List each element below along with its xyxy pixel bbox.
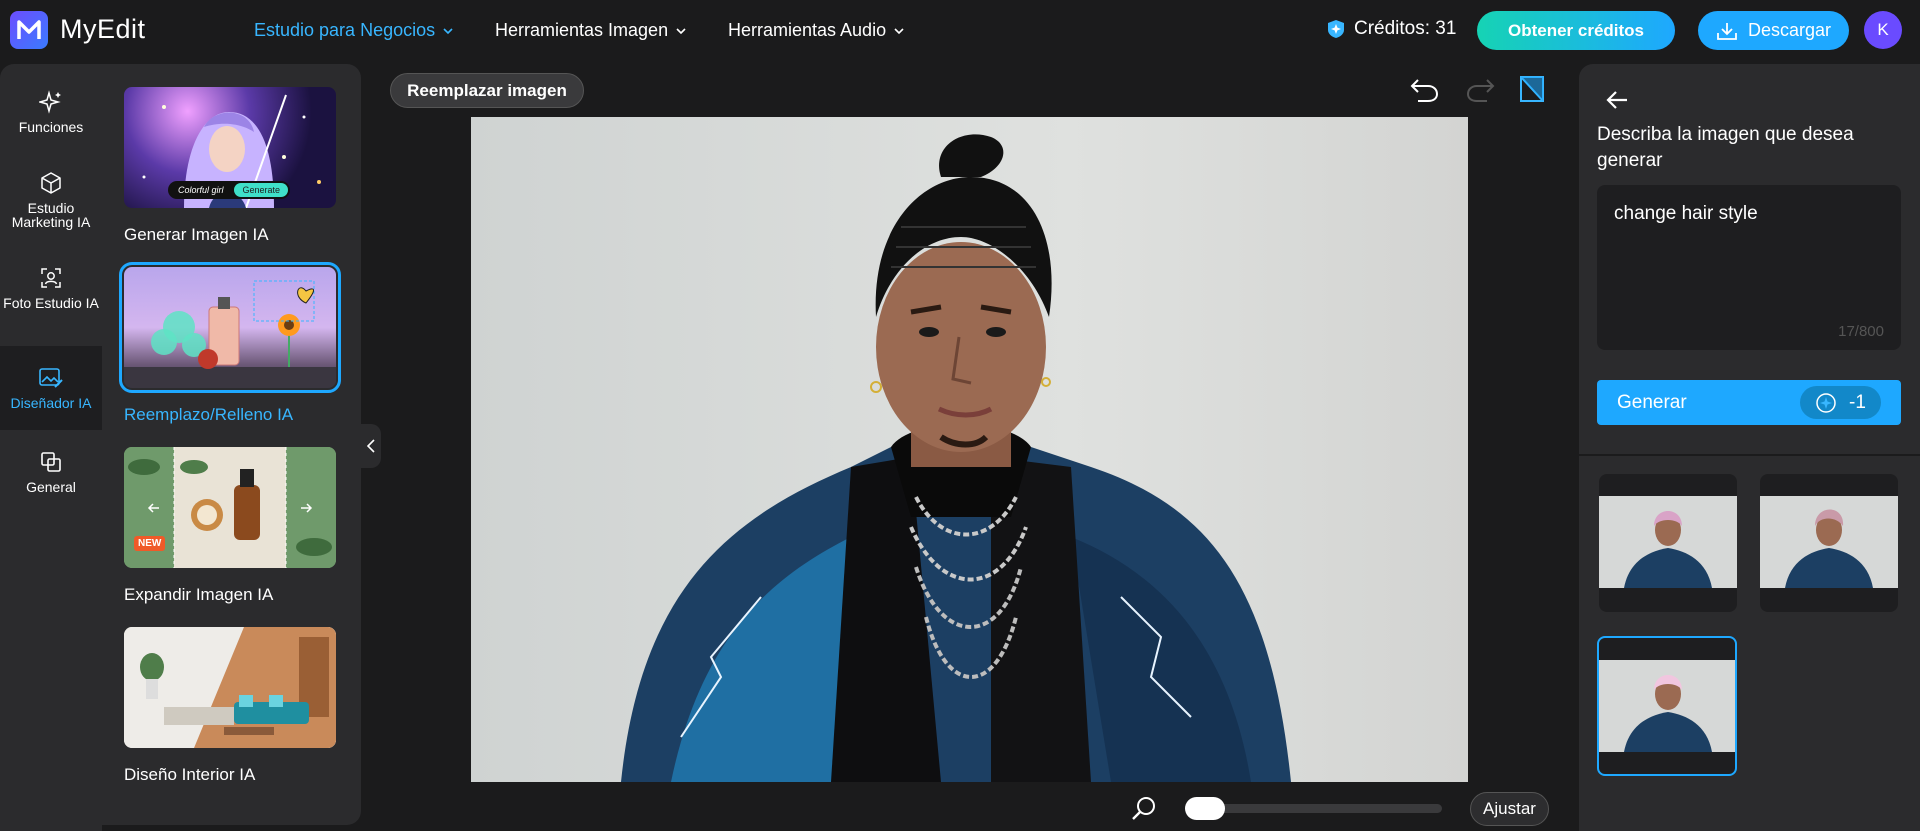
prompt-textarea[interactable]: change hair style 17/800 — [1597, 185, 1901, 350]
perfume-scene-icon — [124, 280, 336, 388]
char-count: 17/800 — [1838, 323, 1884, 340]
result-image — [1599, 660, 1735, 752]
zoom-icon[interactable] — [1131, 796, 1157, 822]
chevron-down-icon — [676, 27, 686, 34]
rail-item-disenador-ia[interactable]: Diseñador IA — [0, 346, 102, 430]
tool-label: Diseño Interior IA — [124, 765, 256, 784]
download-icon — [1717, 22, 1737, 40]
chevron-left-icon — [367, 439, 375, 453]
chevron-down-icon — [443, 27, 453, 34]
download-label: Descargar — [1747, 20, 1832, 40]
nav-herramientas-imagen[interactable]: Herramientas Imagen — [495, 20, 686, 41]
credit-coin-icon — [1328, 20, 1344, 38]
rail-item-label: Funciones — [18, 119, 84, 135]
download-button[interactable]: Descargar — [1698, 11, 1849, 50]
app-name[interactable]: MyEdit — [60, 14, 146, 45]
tool-thumbnail — [119, 262, 341, 393]
left-rail: Funciones Estudio Marketing IA Foto Estu… — [0, 64, 102, 831]
rail-item-label: Estudio Marketing IA — [11, 200, 91, 230]
back-arrow-icon[interactable] — [1606, 90, 1628, 110]
tool-thumbnail: Colorful girl Generate — [124, 87, 336, 208]
rail-item-label: Diseñador IA — [10, 395, 92, 411]
portrait-thumb-icon — [1599, 660, 1735, 752]
zoom-slider-handle[interactable] — [1185, 797, 1225, 820]
sparkle-icon — [39, 90, 61, 114]
tool-panel: Colorful girl Generate Generar Imagen IA — [102, 64, 361, 825]
portrait-thumb-icon — [1599, 496, 1737, 588]
brush-tool-icon[interactable] — [1518, 74, 1546, 104]
nav-herramientas-audio[interactable]: Herramientas Audio — [728, 20, 904, 41]
tool-label: Reemplazo/Relleno IA — [124, 405, 294, 424]
prompt-value: change hair style — [1614, 203, 1758, 224]
collapse-panel-button[interactable] — [361, 424, 381, 468]
credit-coin-icon — [1816, 392, 1836, 413]
rail-item-estudio-marketing[interactable]: Estudio Marketing IA — [0, 158, 102, 242]
tool-thumbnail: NEW — [124, 447, 336, 568]
top-bar: MyEdit Estudio para Negocios Herramienta… — [0, 0, 1920, 60]
nav-label: Herramientas Audio — [728, 20, 887, 40]
redo-icon[interactable] — [1465, 76, 1495, 104]
prompt-preview-button: Generate — [234, 183, 288, 197]
result-thumbnail-selected[interactable] — [1597, 636, 1737, 776]
portrait-thumb-icon — [1760, 496, 1898, 588]
generate-cost: -1 — [1849, 391, 1866, 413]
result-image — [1760, 496, 1898, 588]
fit-button[interactable]: Ajustar — [1470, 792, 1549, 826]
avatar[interactable]: K — [1864, 11, 1902, 49]
rail-item-label: Foto Estudio IA — [3, 295, 99, 311]
nav-label: Herramientas Imagen — [495, 20, 669, 40]
obtain-credits-button[interactable]: Obtener créditos — [1477, 11, 1675, 50]
tool-generar-imagen[interactable]: Colorful girl Generate Generar Imagen IA — [124, 87, 336, 245]
portrait-photo-icon — [471, 117, 1468, 782]
rail-item-general[interactable]: General — [0, 430, 102, 514]
portrait-scan-icon — [41, 268, 61, 288]
prompt-title: Describa la imagen que desea generar — [1597, 124, 1854, 171]
result-image — [1599, 496, 1737, 588]
tool-thumbnail — [124, 627, 336, 748]
credits-display[interactable]: Créditos: 31 — [1326, 18, 1456, 40]
tool-label: Expandir Imagen IA — [124, 585, 274, 604]
undo-icon[interactable] — [1410, 76, 1440, 104]
myedit-logo-icon[interactable] — [10, 11, 48, 49]
nav-label: Estudio para Negocios — [254, 20, 436, 40]
tool-diseno-interior[interactable]: Diseño Interior IA — [124, 627, 336, 785]
generate-label: Generar — [1617, 391, 1687, 413]
tool-label: Generar Imagen IA — [124, 225, 269, 244]
edited-image-canvas[interactable] — [471, 117, 1468, 782]
credits-label: Créditos: 31 — [1354, 18, 1457, 39]
result-thumbnail[interactable] — [1760, 474, 1898, 612]
rail-item-funciones[interactable]: Funciones — [0, 70, 102, 154]
layers-icon — [41, 452, 61, 472]
image-edit-icon — [39, 368, 63, 388]
prompt-preview-text: Colorful girl — [178, 185, 224, 195]
rail-item-label: General — [26, 479, 76, 495]
panel-divider — [1579, 454, 1920, 456]
box-icon — [41, 172, 61, 194]
generate-button[interactable]: Generar -1 — [1597, 380, 1901, 425]
interior-scene-icon — [124, 627, 336, 748]
chevron-down-icon — [894, 27, 904, 34]
tool-expandir-imagen[interactable]: NEW Expandir Imagen IA — [124, 447, 336, 605]
tool-reemplazo-relleno[interactable]: Reemplazo/Relleno IA — [119, 262, 341, 425]
result-thumbnail[interactable] — [1599, 474, 1737, 612]
rail-item-foto-estudio[interactable]: Foto Estudio IA — [0, 246, 102, 330]
replace-image-button[interactable]: Reemplazar imagen — [390, 73, 584, 108]
generate-cost-badge: -1 — [1800, 386, 1881, 419]
prompt-preview: Colorful girl Generate — [168, 181, 290, 199]
nav-estudio-negocios[interactable]: Estudio para Negocios — [254, 20, 453, 41]
new-badge: NEW — [134, 536, 166, 551]
